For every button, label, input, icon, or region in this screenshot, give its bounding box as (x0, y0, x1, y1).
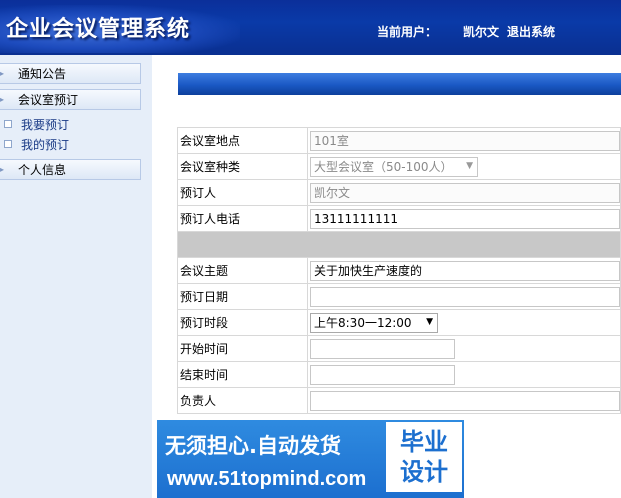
content-banner (178, 73, 621, 95)
booker-label: 预订人 (177, 179, 308, 206)
period-label: 预订时段 (177, 309, 308, 336)
room-type-label: 会议室种类 (177, 153, 308, 180)
sidebar-item-room-booking[interactable]: ▸ 会议室预订 (0, 89, 141, 110)
start-time-field[interactable] (310, 338, 455, 359)
period-value: 上午8:30一12:00 (314, 316, 412, 330)
start-time-label: 开始时间 (177, 335, 308, 362)
subject-field[interactable]: 关于加快生产速度的 (310, 260, 620, 281)
sidebar-item-label: 通知公告 (18, 67, 67, 81)
section-separator (177, 231, 621, 258)
watermark-logo-top: 毕业 (400, 428, 448, 456)
location-field[interactable]: 101室 (310, 130, 620, 151)
form-row: 会议室地点 101室 (177, 127, 621, 154)
sidebar-subitem-label: 我要预订 (21, 117, 70, 132)
sidebar-item-notice[interactable]: ▸ 通知公告 (0, 63, 141, 84)
tree-node-icon (4, 140, 12, 148)
sidebar-item-label: 会议室预订 (18, 93, 79, 107)
end-time-label: 结束时间 (177, 361, 308, 388)
current-user-label: 当前用户： (377, 25, 438, 39)
sidebar-item-label: 个人信息 (18, 163, 67, 177)
form-row: 预订日期 (177, 283, 621, 310)
booker-field[interactable]: 凯尔文 (310, 182, 620, 203)
sidebar-subitem-my-bookings[interactable]: 我的预订 (0, 136, 141, 152)
chevron-down-icon: ▼ (466, 160, 473, 171)
form-row: 预订时段 上午8:30一12:00 ▼ (177, 309, 621, 336)
phone-label: 预订人电话 (177, 205, 308, 232)
watermark-slogan: 无须担心.自动发货 (165, 434, 341, 458)
sidebar-item-profile[interactable]: ▸ 个人信息 (0, 159, 141, 180)
app-title: 企业会议管理系统 (6, 16, 191, 42)
current-user-name: 凯尔文 (463, 25, 500, 39)
date-label: 预订日期 (177, 283, 308, 310)
watermark-url: www.51topmind.com (167, 468, 367, 490)
app-header: 企业会议管理系统 当前用户： 凯尔文 退出系统 (0, 0, 621, 55)
subject-label: 会议主题 (177, 257, 308, 284)
date-field[interactable] (310, 286, 620, 307)
chevron-down-icon: ▼ (426, 316, 433, 327)
end-time-field[interactable] (310, 364, 455, 385)
form-row: 开始时间 (177, 335, 621, 362)
owner-field[interactable] (310, 390, 620, 411)
location-label: 会议室地点 (177, 127, 308, 154)
chevron-right-icon: ▸ (0, 69, 5, 78)
logout-link[interactable]: 退出系统 (507, 23, 555, 40)
watermark-logo-box: 毕业 设计 (386, 422, 462, 492)
sidebar-subitem-book[interactable]: 我要预订 (0, 116, 141, 132)
form-row: 负责人 (177, 387, 621, 414)
owner-label: 负责人 (177, 387, 308, 414)
form-row: 结束时间 (177, 361, 621, 388)
form-row: 预订人 凯尔文 (177, 179, 621, 206)
room-type-select[interactable]: 大型会议室（50-100人） ▼ (310, 156, 478, 177)
sidebar: ▸ 通知公告 ▸ 会议室预订 我要预订 我的预订 ▸ 个人信息 (0, 55, 152, 498)
sidebar-subitem-label: 我的预订 (21, 137, 70, 152)
booking-form: 会议室地点 101室 会议室种类 大型会议室（50-100人） ▼ 预订人 凯尔… (177, 127, 621, 414)
period-select[interactable]: 上午8:30一12:00 ▼ (310, 312, 438, 333)
form-row: 会议主题 关于加快生产速度的 (177, 257, 621, 284)
chevron-right-icon: ▸ (0, 165, 5, 174)
form-row: 预订人电话 13111111111 (177, 205, 621, 232)
watermark-logo-bottom: 设计 (400, 458, 448, 486)
room-type-value: 大型会议室（50-100人） (314, 160, 453, 174)
tree-node-icon (4, 120, 12, 128)
phone-field[interactable]: 13111111111 (310, 208, 620, 229)
form-row: 会议室种类 大型会议室（50-100人） ▼ (177, 153, 621, 180)
user-area: 当前用户： 凯尔文 退出系统 (377, 23, 555, 40)
chevron-right-icon: ▸ (0, 95, 5, 104)
watermark-banner: 无须担心.自动发货 www.51topmind.com 毕业 设计 (157, 420, 464, 498)
